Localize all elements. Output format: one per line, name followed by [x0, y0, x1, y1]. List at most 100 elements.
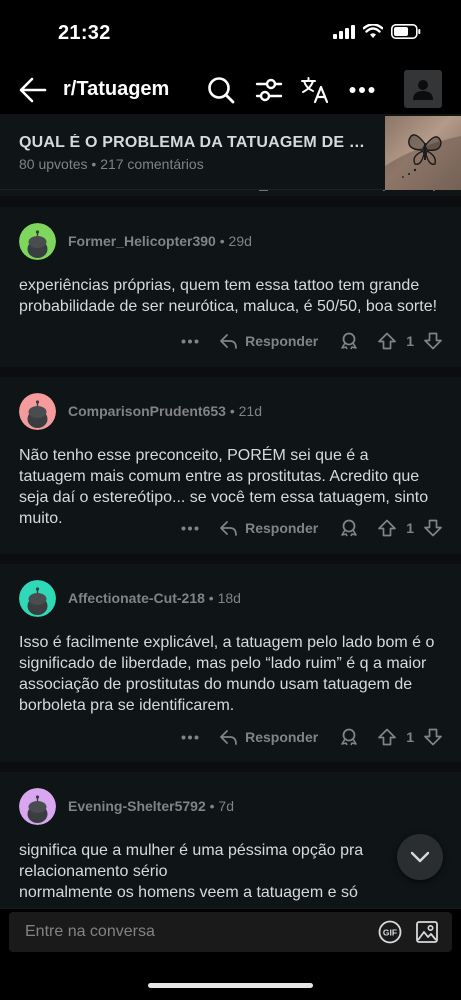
comment-username[interactable]: Evening-Shelter5792: [68, 798, 206, 814]
snoo-avatar-icon: [19, 393, 56, 430]
comment-score: 1: [406, 729, 414, 745]
reply-label: Responder: [245, 520, 319, 536]
reply-button[interactable]: Responder: [219, 520, 318, 536]
translate-button[interactable]: [300, 75, 330, 105]
comment-more-button[interactable]: [181, 735, 199, 740]
search-icon: [208, 77, 235, 104]
meta-separator: •: [229, 403, 239, 419]
subreddit-title[interactable]: r/Tatuagem: [63, 78, 169, 101]
downvote-icon[interactable]: [424, 728, 442, 746]
comment-card[interactable]: Affectionate-Cut-218 • 18d Isso é facilm…: [0, 564, 461, 762]
comment-more-button[interactable]: [181, 526, 199, 531]
more-horizontal-icon: [181, 339, 199, 343]
comment-username[interactable]: Affectionate-Cut-218: [68, 590, 205, 606]
comment-body: Isso é facilmente explicável, a tatuagem…: [19, 634, 435, 714]
reply-button[interactable]: Responder: [219, 729, 318, 745]
comment-username[interactable]: Former_Helicopter390: [68, 233, 216, 249]
butterfly-tattoo-image: [385, 134, 461, 190]
image-upload-icon[interactable]: [415, 919, 439, 945]
award-button[interactable]: [340, 728, 358, 746]
comment-action-fragment-icon: [259, 190, 436, 192]
comment-composer[interactable]: Entre na conversa GIF: [9, 912, 452, 952]
more-options-button[interactable]: [347, 75, 377, 105]
snoo-avatar-icon: [19, 788, 56, 825]
search-button[interactable]: [206, 75, 236, 105]
post-thumbnail[interactable]: [385, 116, 461, 190]
upvote-icon[interactable]: [378, 728, 397, 746]
app-header: r/Tatuagem: [0, 66, 461, 114]
snoo-avatar-icon: [19, 223, 56, 260]
vote-controls: 1: [378, 519, 442, 537]
reply-label: Responder: [245, 729, 319, 745]
more-horizontal-icon: [349, 87, 375, 93]
comment-age: 21d: [238, 403, 262, 419]
translate-icon: [301, 77, 329, 104]
previous-comment-fragment: [0, 190, 461, 196]
downvote-icon[interactable]: [424, 332, 442, 350]
more-horizontal-icon: [181, 526, 199, 530]
meta-separator: •: [91, 156, 101, 172]
upvote-icon[interactable]: [378, 332, 397, 350]
comment-header: Affectionate-Cut-218 • 18d: [68, 590, 241, 606]
wifi-icon: [363, 24, 383, 38]
comment-card[interactable]: ComparisonPrudent653 • 21d Não tenho ess…: [0, 377, 461, 554]
snoo-avatar-icon: [19, 580, 56, 617]
cellular-signal-icon: [333, 24, 355, 39]
comment-age: 7d: [218, 798, 234, 814]
gif-label: GIF: [383, 928, 397, 938]
back-button[interactable]: [18, 76, 48, 104]
commenter-avatar[interactable]: [19, 393, 56, 430]
composer-bar: Entre na conversa GIF: [0, 908, 461, 960]
award-icon: [341, 332, 358, 350]
post-comment-count: 217 comentários: [100, 156, 204, 172]
comment-card[interactable]: Former_Helicopter390 • 29d experiências …: [0, 207, 461, 367]
commenter-avatar[interactable]: [19, 580, 56, 617]
commenter-avatar[interactable]: [19, 788, 56, 825]
reply-arrow-icon: [220, 334, 237, 349]
gif-icon[interactable]: GIF: [378, 920, 402, 944]
commenter-avatar[interactable]: [19, 223, 56, 260]
battery-icon: [391, 24, 421, 39]
vote-controls: 1: [378, 332, 442, 350]
award-button[interactable]: [340, 519, 358, 537]
sliders-icon: [255, 78, 283, 102]
reply-arrow-icon: [220, 521, 237, 536]
status-bar: 21:32: [0, 0, 461, 66]
award-icon: [341, 519, 358, 537]
award-button[interactable]: [340, 332, 358, 350]
vote-controls: 1: [378, 728, 442, 746]
more-horizontal-icon: [181, 735, 199, 739]
comments-list[interactable]: Former_Helicopter390 • 29d experiências …: [0, 190, 461, 908]
user-silhouette-icon: [413, 80, 433, 100]
reply-arrow-icon: [220, 730, 237, 745]
comment-actions: Responder 1: [181, 516, 442, 540]
comment-age: 18d: [217, 590, 241, 606]
comment-header: Former_Helicopter390 • 29d: [68, 233, 252, 249]
comment-body: experiências próprias, quem tem essa tat…: [19, 277, 438, 315]
comment-age: 29d: [228, 233, 252, 249]
post-title: QUAL É O PROBLEMA DA TATUAGEM DE BORBOLE…: [19, 134, 369, 151]
award-icon: [341, 728, 358, 746]
home-indicator-area: [0, 960, 461, 1000]
meta-separator: •: [208, 590, 218, 606]
composer-placeholder[interactable]: Entre na conversa: [25, 923, 155, 941]
comment-body: significa que a mulher é uma péssima opç…: [19, 842, 364, 901]
comment-card[interactable]: Evening-Shelter5792 • 7d significa que a…: [0, 772, 461, 908]
reply-button[interactable]: Responder: [219, 333, 318, 349]
status-time: 21:32: [58, 22, 111, 44]
downvote-icon[interactable]: [424, 519, 442, 537]
status-icons: [333, 24, 421, 39]
user-avatar-button[interactable]: [404, 70, 442, 108]
post-meta: 80 upvotes • 217 comentários: [19, 156, 204, 172]
upvote-icon[interactable]: [378, 519, 397, 537]
home-indicator[interactable]: [148, 983, 313, 988]
comment-header: Evening-Shelter5792 • 7d: [68, 798, 234, 814]
comment-header: ComparisonPrudent653 • 21d: [68, 403, 262, 419]
comment-score: 1: [406, 333, 414, 349]
comment-more-button[interactable]: [181, 339, 199, 344]
next-comment-button[interactable]: [397, 834, 443, 880]
reply-label: Responder: [245, 333, 319, 349]
post-header-strip[interactable]: QUAL É O PROBLEMA DA TATUAGEM DE BORBOLE…: [0, 114, 461, 190]
sort-filter-button[interactable]: [254, 75, 284, 105]
comment-username[interactable]: ComparisonPrudent653: [68, 403, 226, 419]
